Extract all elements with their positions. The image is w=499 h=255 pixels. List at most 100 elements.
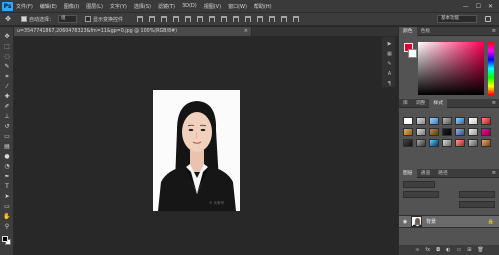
style-swatch[interactable] [481,128,491,136]
style-swatch[interactable] [429,128,439,136]
document-tab[interactable]: u=3547741867,2060478323&fm=11&gp=0.jpg @… [14,27,252,36]
panel-menu-icon[interactable]: ≡ [492,28,496,34]
tab-adjustments[interactable]: 调整 [412,99,430,108]
auto-align-icon[interactable] [281,16,288,22]
auto-select-checkbox[interactable] [21,16,27,22]
align-bottom-icon[interactable] [161,16,168,22]
close-button[interactable]: ✕ [488,3,493,10]
menu-help[interactable]: 帮助(H) [254,3,272,10]
layer-row-background[interactable]: ◉ 背景 🔒 [399,215,499,228]
show-transform-checkbox[interactable] [85,16,92,22]
trash-icon[interactable]: 🗑 [477,247,483,253]
menu-edit[interactable]: 编辑(E) [40,3,57,10]
blur-icon[interactable]: ● [2,153,12,161]
style-swatch[interactable] [468,128,478,136]
style-swatch[interactable] [416,117,426,125]
tab-layers[interactable]: 图层 [399,168,417,178]
history-brush-icon[interactable]: ↺ [2,123,12,131]
style-swatch[interactable] [481,117,491,125]
eraser-icon[interactable]: ▭ [2,133,12,141]
zoom-icon[interactable]: ⚲ [2,223,12,231]
style-swatch[interactable] [429,139,439,147]
distribute-right-icon[interactable] [269,16,276,22]
distribute-top-icon[interactable] [209,16,216,22]
panel-menu-icon[interactable]: ≡ [492,170,496,176]
healing-icon[interactable]: ✚ [2,93,12,101]
fx-icon[interactable]: fx [425,247,430,253]
type-icon[interactable]: T [2,183,12,191]
style-swatch[interactable] [468,139,478,147]
align-top-icon[interactable] [137,16,144,22]
crop-icon[interactable]: ⌗ [2,73,12,81]
marquee-icon[interactable]: ⬚ [2,43,12,51]
minimize-button[interactable]: — [463,3,469,10]
quick-select-icon[interactable]: ✎ [2,63,12,71]
new-layer-icon[interactable]: ⊞ [467,247,471,253]
move-icon[interactable]: ✥ [2,33,12,41]
style-swatch[interactable] [455,117,465,125]
eyedropper-icon[interactable]: ⁄ [2,83,12,91]
3d-mode-icon[interactable] [293,16,300,22]
layer-filter-dropdown[interactable] [403,181,435,188]
style-swatch[interactable] [403,117,413,125]
tab-channels[interactable]: 通道 [417,169,435,178]
menu-type[interactable]: 文字(Y) [110,3,127,10]
style-swatch[interactable] [468,117,478,125]
align-vcenter-icon[interactable] [149,16,156,22]
character-icon[interactable]: A [386,71,393,77]
hand-icon[interactable]: ✋ [2,213,12,221]
tab-libraries[interactable]: 库 [399,99,412,108]
dodge-icon[interactable]: ◔ [2,163,12,171]
pen-icon[interactable]: ✒ [2,173,12,181]
tab-styles[interactable]: 样式 [429,98,448,108]
style-swatch[interactable] [403,139,413,147]
history-icon[interactable]: ▶ [386,41,393,47]
distribute-left-icon[interactable] [245,16,252,22]
color-field[interactable] [418,42,492,95]
blend-mode-dropdown[interactable] [403,191,439,198]
style-swatch[interactable] [416,128,426,136]
panel-background-color[interactable] [408,49,417,58]
tab-paths[interactable]: 路径 [434,169,452,178]
menu-3d[interactable]: 3D(D) [182,3,197,9]
style-swatch[interactable] [416,139,426,147]
distribute-hcenter-icon[interactable] [257,16,264,22]
brush-panel-icon[interactable]: ✎ [386,61,393,67]
style-swatch[interactable] [442,139,452,147]
style-swatch[interactable] [442,128,452,136]
style-swatch[interactable] [455,128,465,136]
hue-slider[interactable] [488,42,494,95]
panel-menu-icon[interactable]: ≡ [492,100,496,106]
opacity-field[interactable] [459,191,495,198]
style-swatch[interactable] [403,128,413,136]
menu-layer[interactable]: 图层(L) [86,3,103,10]
foreground-swatch[interactable] [2,236,8,242]
stamp-icon[interactable]: ⊥ [2,113,12,121]
folder-icon[interactable]: ▭ [456,247,461,253]
visibility-eye-icon[interactable]: ◉ [401,219,409,225]
fill-field[interactable] [459,201,495,208]
properties-icon[interactable]: ▦ [386,51,393,57]
document-image[interactable]: © 头条号 [153,90,240,211]
close-tab-icon[interactable]: × [244,27,248,36]
workspace-icon[interactable] [485,16,491,22]
menu-view[interactable]: 视图(V) [204,3,221,10]
auto-select-dropdown[interactable]: 组 [58,15,78,23]
distribute-bottom-icon[interactable] [233,16,240,22]
tab-swatches[interactable]: 色板 [417,27,435,36]
menu-filter[interactable]: 滤镜(T) [158,3,175,10]
gradient-icon[interactable]: ▤ [2,143,12,151]
adjustment-icon[interactable]: ◐ [446,247,450,253]
style-swatch[interactable] [455,139,465,147]
lasso-icon[interactable]: ◌ [2,53,12,61]
align-left-icon[interactable] [173,16,180,22]
paragraph-icon[interactable]: ¶ [386,81,393,87]
shape-icon[interactable]: ▭ [2,203,12,211]
maximize-button[interactable]: ☐ [476,3,481,10]
mask-icon[interactable]: ◘ [436,247,440,253]
brush-icon[interactable]: ✐ [2,103,12,111]
menu-window[interactable]: 窗口(W) [228,3,247,10]
workspace-dropdown[interactable]: 基本功能 [437,15,477,23]
style-swatch[interactable] [442,117,452,125]
distribute-vcenter-icon[interactable] [221,16,228,22]
